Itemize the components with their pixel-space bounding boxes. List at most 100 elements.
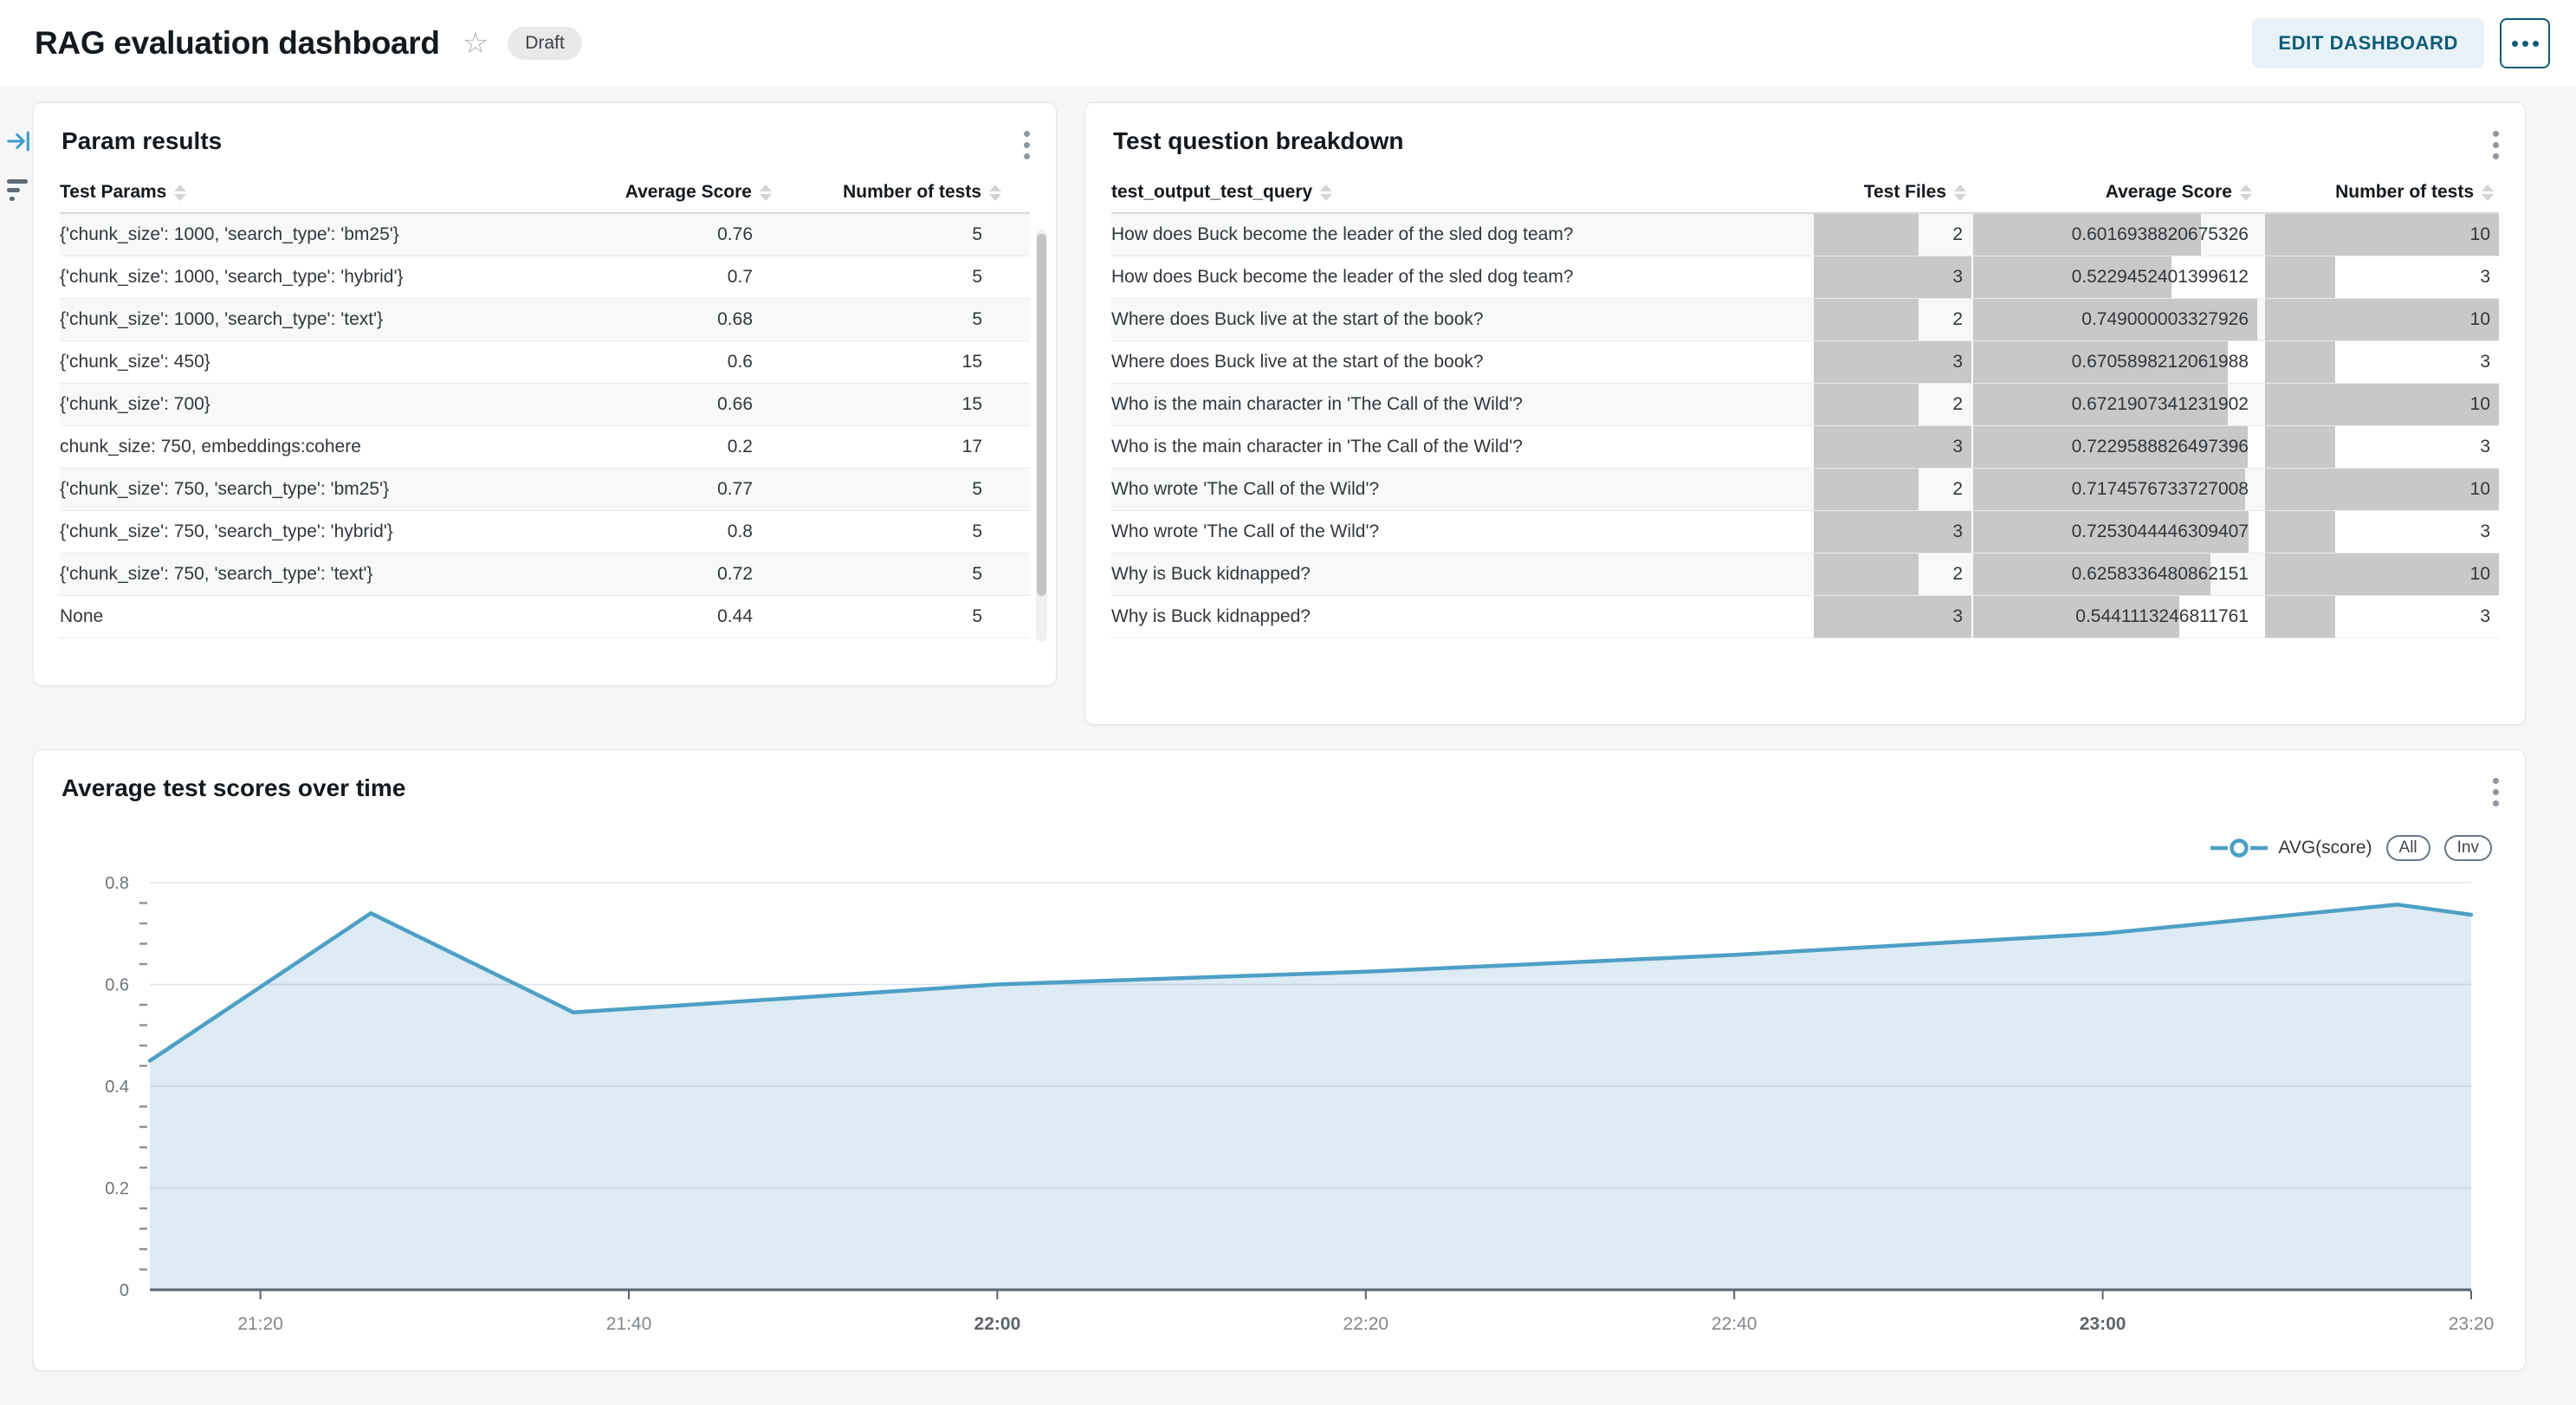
table-row[interactable]: Where does Buck live at the start of the…: [1111, 341, 2499, 384]
column-header-number-of-tests[interactable]: Number of tests: [787, 182, 1030, 203]
panel-menu-icon[interactable]: [2488, 773, 2504, 812]
table-header-row: Test Params Average Score Number of test…: [60, 172, 1030, 214]
more-options-button[interactable]: [2500, 18, 2550, 68]
cell-value: 3: [1952, 267, 1971, 288]
cell-test-files: 3: [1814, 341, 1971, 383]
sort-icon[interactable]: [2482, 185, 2494, 201]
sort-icon[interactable]: [1954, 185, 1966, 201]
line-chart[interactable]: 00.20.40.60.821:2021:4022:0022:2022:4023…: [87, 863, 2495, 1348]
table-row[interactable]: {'chunk_size': 450}0.615: [60, 341, 1030, 384]
cell-number-of-tests: 3: [2265, 511, 2499, 553]
table-header-row: test_output_test_query Test Files Averag…: [1111, 172, 2499, 214]
table-row[interactable]: {'chunk_size': 750, 'search_type': 'bm25…: [60, 469, 1030, 511]
table-row[interactable]: How does Buck become the leader of the s…: [1111, 256, 2499, 299]
sort-icon[interactable]: [174, 185, 186, 201]
data-bar: [1814, 341, 1971, 383]
edit-dashboard-button[interactable]: EDIT DASHBOARD: [2252, 18, 2484, 68]
data-bar: [2265, 384, 2499, 425]
panel-menu-icon[interactable]: [2488, 126, 2504, 165]
data-bar: [2265, 426, 2335, 468]
table-row[interactable]: {'chunk_size': 1000, 'search_type': 'tex…: [60, 299, 1030, 341]
data-bar: [2265, 554, 2499, 595]
cell-value: 3: [1952, 521, 1971, 542]
table-row[interactable]: {'chunk_size': 1000, 'search_type': 'bm2…: [60, 214, 1030, 256]
column-header-test-params[interactable]: Test Params: [60, 182, 571, 203]
cell-test-files: 3: [1814, 596, 1971, 638]
legend-all-button[interactable]: All: [2386, 835, 2430, 861]
filter-icon[interactable]: [5, 179, 28, 201]
expand-panel-icon[interactable]: [5, 128, 31, 157]
x-tick-label: 21:40: [606, 1314, 652, 1334]
cell-number-of-tests: 5: [787, 469, 1030, 510]
cell-value: 10: [2470, 394, 2499, 415]
param-results-table: Test Params Average Score Number of test…: [60, 172, 1030, 638]
panel-menu-icon[interactable]: [1019, 126, 1035, 165]
cell-number-of-tests: 3: [2265, 596, 2499, 638]
legend-series-toggle[interactable]: AVG(score): [2210, 838, 2372, 858]
cell-value: 3: [2480, 352, 2499, 372]
y-tick-label: 0: [120, 1281, 129, 1300]
cell-number-of-tests: 10: [2265, 554, 2499, 595]
data-bar: [1814, 596, 1971, 638]
sort-icon[interactable]: [2240, 185, 2252, 201]
cell-average-score: 0.6016938820675326: [1973, 214, 2257, 256]
data-bar: [2265, 299, 2499, 340]
column-header-average-score[interactable]: Average Score: [1973, 182, 2257, 203]
cell-number-of-tests: 5: [787, 214, 1030, 256]
cell-test-files: 2: [1814, 384, 1971, 425]
table-row[interactable]: Who is the main character in 'The Call o…: [1111, 384, 2499, 426]
cell-value: 0.6016938820675326: [2072, 224, 2257, 245]
data-bar: [2265, 341, 2335, 383]
cell-test-params: {'chunk_size': 750, 'search_type': 'hybr…: [60, 511, 571, 553]
cell-average-score: 0.5229452401399612: [1973, 256, 2257, 298]
cell-test-query: How does Buck become the leader of the s…: [1111, 256, 1812, 298]
cell-number-of-tests: 3: [2265, 426, 2499, 468]
cell-average-score: 0.6258336480862151: [1973, 554, 2257, 595]
cell-test-files: 3: [1814, 511, 1971, 553]
data-bar: [1814, 299, 1919, 340]
table-row[interactable]: None0.445: [60, 596, 1030, 638]
sort-icon[interactable]: [1320, 185, 1332, 201]
param-results-panel: Param results Test Params Average Score …: [33, 102, 1057, 686]
cell-number-of-tests: 10: [2265, 299, 2499, 340]
table-row[interactable]: Who is the main character in 'The Call o…: [1111, 426, 2499, 469]
table-row[interactable]: {'chunk_size': 700}0.6615: [60, 384, 1030, 426]
table-scrollbar[interactable]: [1036, 230, 1047, 642]
column-header-test-query[interactable]: test_output_test_query: [1111, 182, 1812, 203]
cell-number-of-tests: 5: [787, 596, 1030, 638]
table-row[interactable]: {'chunk_size': 750, 'search_type': 'hybr…: [60, 511, 1030, 554]
table-row[interactable]: Why is Buck kidnapped?30.544111324681176…: [1111, 596, 2499, 638]
x-tick-label: 23:20: [2449, 1314, 2495, 1334]
table-row[interactable]: {'chunk_size': 1000, 'search_type': 'hyb…: [60, 256, 1030, 299]
cell-number-of-tests: 10: [2265, 384, 2499, 425]
table-row[interactable]: chunk_size: 750, embeddings:cohere0.217: [60, 426, 1030, 469]
table-row[interactable]: Who wrote 'The Call of the Wild'?20.7174…: [1111, 469, 2499, 511]
cell-test-query: How does Buck become the leader of the s…: [1111, 214, 1812, 256]
data-bar: [1814, 554, 1919, 595]
data-bar: [2265, 596, 2335, 638]
cell-value: 3: [1952, 606, 1971, 627]
cell-average-score: 0.6705898212061988: [1973, 341, 2257, 383]
column-header-average-score[interactable]: Average Score: [571, 182, 787, 203]
x-tick-label: 23:00: [2080, 1314, 2126, 1334]
cell-value: 0.5229452401399612: [2072, 267, 2257, 288]
table-row[interactable]: How does Buck become the leader of the s…: [1111, 214, 2499, 256]
chart-title: Average test scores over time: [34, 750, 2525, 802]
cell-number-of-tests: 15: [787, 384, 1030, 425]
table-row[interactable]: {'chunk_size': 750, 'search_type': 'text…: [60, 554, 1030, 596]
cell-value: 3: [2480, 521, 2499, 542]
column-header-test-files[interactable]: Test Files: [1814, 182, 1971, 203]
table-row[interactable]: Why is Buck kidnapped?20.625833648086215…: [1111, 554, 2499, 596]
column-header-number-of-tests[interactable]: Number of tests: [2265, 182, 2499, 203]
sort-icon[interactable]: [989, 185, 1001, 201]
table-row[interactable]: Where does Buck live at the start of the…: [1111, 299, 2499, 341]
cell-test-files: 3: [1814, 426, 1971, 468]
favorite-star-icon[interactable]: ☆: [463, 29, 489, 58]
cell-test-params: {'chunk_size': 450}: [60, 341, 571, 383]
sort-icon[interactable]: [760, 185, 772, 201]
legend-inv-button[interactable]: Inv: [2444, 835, 2492, 861]
scrollbar-thumb[interactable]: [1037, 234, 1046, 596]
cell-value: 0.7253044446309407: [2072, 521, 2257, 542]
x-tick-label: 22:40: [1712, 1314, 1757, 1334]
table-row[interactable]: Who wrote 'The Call of the Wild'?30.7253…: [1111, 511, 2499, 554]
